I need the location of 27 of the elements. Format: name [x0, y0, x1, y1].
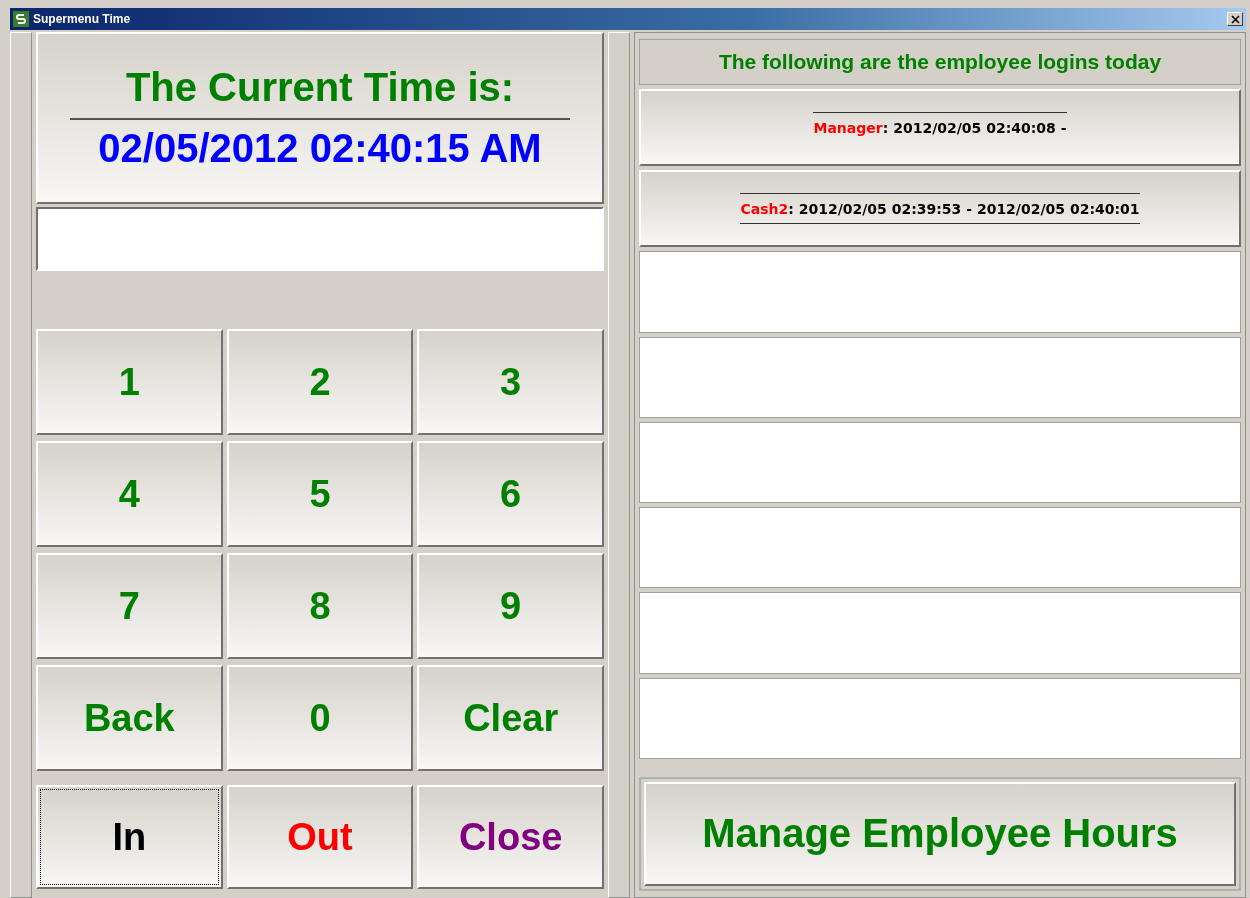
login-entry[interactable]: Manager: 2012/02/05 02:40:08 - [639, 88, 1241, 166]
keypad-button[interactable]: 7 [36, 553, 223, 659]
login-text: Manager: 2012/02/05 02:40:08 - [813, 112, 1067, 143]
keypad-button[interactable]: 4 [36, 441, 223, 547]
window-title: Supermenu Time [33, 12, 132, 26]
keypad-button[interactable]: 0 [226, 665, 414, 771]
current-time: 02/05/2012 02:40:15 AM [98, 126, 542, 171]
keypad-button[interactable]: 9 [417, 553, 604, 659]
keypad-button[interactable]: 6 [417, 441, 604, 547]
keypad-button[interactable]: 3 [417, 329, 604, 435]
action-button[interactable]: In [36, 785, 223, 889]
login-entry[interactable]: Cash2: 2012/02/05 02:39:53 - 2012/02/05 02:40:01 [639, 169, 1241, 248]
keypad-button[interactable]: 1 [36, 329, 223, 435]
keypad-button[interactable]: 5 [226, 441, 414, 547]
clock-label: The Current Time is: [125, 65, 515, 110]
logins-heading: The following are the employee logins today [639, 39, 1241, 85]
manage-hours-button[interactable]: Manage Employee Hours [644, 782, 1236, 886]
keypad-button[interactable]: 2 [226, 329, 414, 435]
login-text: Cash2: 2012/02/05 02:39:53 - 2012/02/05 02:40:01 [740, 193, 1140, 225]
app-icon [13, 11, 29, 27]
keypad-button[interactable]: Clear [417, 665, 604, 771]
keypad-button[interactable]: 8 [226, 553, 414, 659]
keypad-button[interactable]: Back [36, 665, 223, 771]
input-field[interactable] [36, 207, 604, 271]
action-button[interactable]: Out [226, 785, 414, 889]
close-button[interactable] [1227, 12, 1243, 26]
action-button[interactable]: Close [417, 785, 604, 889]
